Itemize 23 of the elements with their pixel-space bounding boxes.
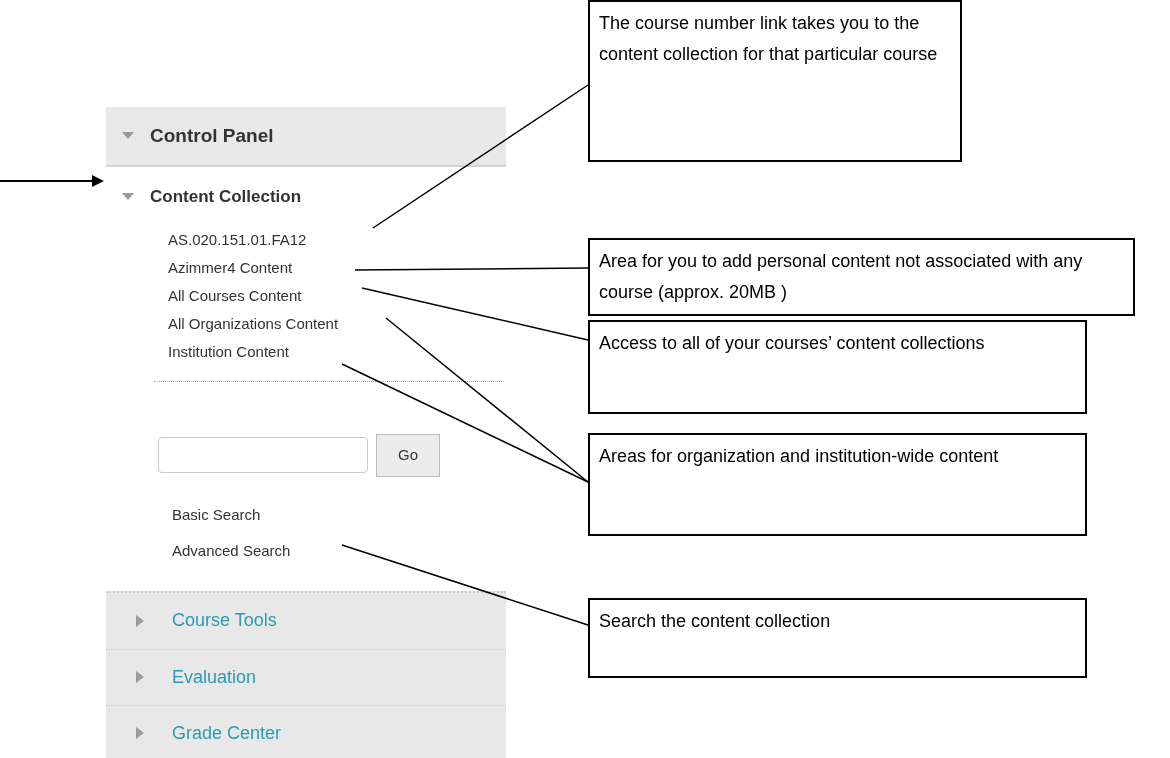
go-button[interactable]: Go: [376, 433, 440, 477]
callout-box: Search the content collection: [588, 598, 1087, 678]
content-link[interactable]: Azimmer4 Content: [168, 255, 293, 279]
callout-box: Area for you to add personal content not associated with any course (approx. 20MB ): [588, 238, 1135, 316]
content-link[interactable]: All Courses Content: [168, 283, 302, 307]
caret-right-icon: [134, 614, 146, 627]
section-title: Grade Center: [172, 721, 282, 745]
section-title[interactable]: Content Collection: [150, 184, 302, 210]
search-link[interactable]: Basic Search: [172, 502, 261, 527]
search-link[interactable]: Advanced Search: [172, 538, 291, 563]
content-link[interactable]: AS.020.151.01.FA12: [168, 227, 307, 251]
search-field[interactable]: [158, 437, 368, 473]
section-title: Evaluation: [172, 665, 257, 689]
callout-box: Areas for organization and institution-wide content: [588, 433, 1087, 536]
content-link[interactable]: All Organizations Content: [168, 311, 339, 335]
caret-right-icon: [134, 671, 146, 683]
panel-title: Control Panel: [150, 123, 274, 148]
panel-header[interactable]: Control Panel: [106, 107, 506, 167]
content-link[interactable]: Institution Content: [168, 339, 289, 363]
section-title: Course Tools: [172, 609, 277, 632]
callout-box: Access to all of your courses’ content collections: [588, 320, 1087, 414]
callout-box: The course number link takes you to the content collection for that particular course: [588, 0, 962, 162]
caret-right-icon: [134, 727, 146, 739]
